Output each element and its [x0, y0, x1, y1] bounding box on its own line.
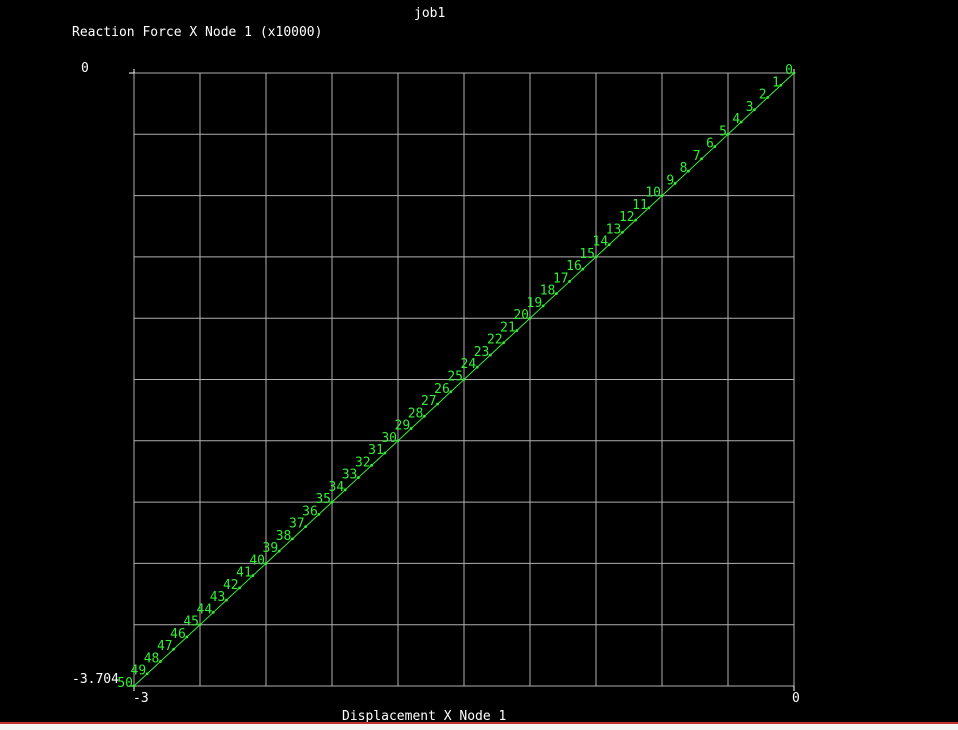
window-bottom-border	[0, 722, 958, 730]
data-point	[687, 169, 690, 173]
data-point	[634, 218, 637, 222]
data-point	[436, 402, 439, 406]
data-point	[766, 96, 769, 99]
point-label: 0	[785, 63, 793, 78]
point-label: 6	[706, 137, 714, 152]
data-point	[779, 83, 783, 87]
data-point	[304, 525, 307, 529]
data-point	[172, 647, 176, 651]
data-point	[700, 157, 703, 161]
data-point	[449, 390, 453, 394]
data-point	[568, 280, 571, 283]
y-tick-top: 0	[81, 61, 89, 76]
data-point	[132, 684, 136, 688]
data-point	[528, 316, 532, 320]
data-point	[291, 537, 294, 541]
data-point	[647, 206, 651, 210]
data-point	[409, 427, 413, 430]
data-point	[330, 500, 334, 504]
data-point	[159, 660, 162, 663]
point-label: 7	[693, 149, 701, 164]
point-label: 50	[117, 676, 133, 691]
data-point	[462, 378, 466, 381]
data-point	[185, 635, 189, 639]
data-point	[726, 132, 730, 136]
data-point	[357, 476, 360, 479]
data-point	[317, 512, 321, 516]
x-tick-left: -3	[133, 691, 149, 706]
data-point	[198, 623, 202, 627]
data-point	[383, 451, 387, 455]
data-point	[594, 255, 598, 259]
data-point	[753, 108, 756, 112]
data-point	[225, 598, 228, 602]
data-point	[264, 562, 268, 565]
point-label: 1	[772, 75, 780, 90]
plot-area: 0123456789101112131415161718192021222324…	[117, 63, 796, 691]
point-label: 5	[719, 124, 727, 139]
data-point	[251, 574, 255, 578]
data-point	[792, 71, 796, 75]
data-point	[211, 611, 215, 614]
data-point	[673, 181, 677, 185]
data-point	[238, 586, 242, 590]
data-point	[277, 549, 281, 553]
data-point	[739, 120, 743, 124]
point-label: 9	[666, 173, 674, 188]
data-point	[343, 488, 347, 492]
data-point	[489, 353, 492, 357]
y-axis-label: Reaction Force X Node 1 (x10000)	[72, 25, 323, 40]
data-point	[555, 292, 558, 296]
point-label: 8	[680, 161, 688, 176]
data-point	[370, 463, 373, 467]
point-label: 2	[759, 88, 767, 103]
data-point	[713, 145, 717, 148]
data-point	[660, 194, 664, 198]
data-point	[515, 329, 519, 332]
data-point	[581, 267, 585, 271]
x-tick-right: 0	[792, 691, 800, 706]
data-point	[423, 414, 426, 418]
data-point	[396, 439, 400, 443]
data-point	[541, 304, 545, 308]
y-tick-bottom: -3.704	[72, 672, 119, 687]
data-point	[607, 243, 611, 247]
data-point	[621, 230, 624, 234]
chart-title: job1	[414, 6, 446, 21]
series-line: 0123456789101112131415161718192021222324…	[117, 63, 796, 691]
data-point	[145, 672, 149, 676]
data-point	[475, 365, 479, 369]
data-point	[502, 341, 505, 345]
point-label: 4	[732, 112, 740, 127]
point-label: 3	[746, 100, 754, 115]
